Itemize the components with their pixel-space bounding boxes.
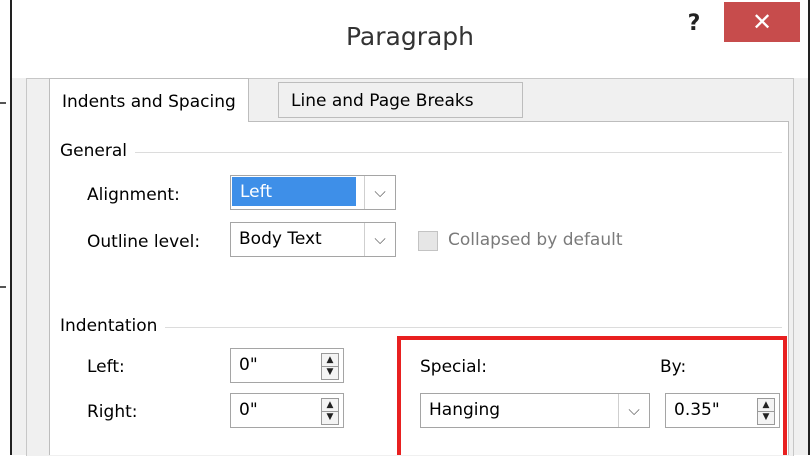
close-icon: ✕ xyxy=(751,8,773,36)
collapsed-checkbox[interactable] xyxy=(418,231,438,251)
title-bar: Paragraph ? ✕ xyxy=(12,0,808,78)
indentation-heading: Indentation xyxy=(60,316,166,336)
edge-mark xyxy=(0,286,6,288)
right-indent-label: Right: xyxy=(87,402,138,422)
left-indent-value: 0" xyxy=(239,355,258,375)
outline-level-select[interactable]: Body Text ⌵ xyxy=(230,222,396,257)
outline-level-label: Outline level: xyxy=(87,232,201,252)
alignment-select[interactable]: Left ⌵ xyxy=(230,175,396,210)
tab-label: Indents and Spacing xyxy=(62,92,236,112)
help-button[interactable]: ? xyxy=(674,8,714,40)
tab-label: Line and Page Breaks xyxy=(291,91,474,111)
paragraph-dialog: Paragraph ? ✕ Line and Page Breaks Inden… xyxy=(10,0,810,456)
left-indent-label: Left: xyxy=(87,357,125,377)
group-divider xyxy=(60,327,782,328)
alignment-label: Alignment: xyxy=(87,185,180,205)
alignment-value: Left xyxy=(231,176,357,207)
group-divider xyxy=(60,152,782,153)
outline-level-value: Body Text xyxy=(239,229,322,249)
chevron-down-icon: ⌵ xyxy=(364,223,395,256)
tab-line-and-page-breaks[interactable]: Line and Page Breaks xyxy=(278,82,523,118)
collapsed-label: Collapsed by default xyxy=(448,230,623,250)
spin-down-icon[interactable]: ▼ xyxy=(322,411,338,423)
highlight-box xyxy=(397,336,787,455)
chevron-down-icon: ⌵ xyxy=(364,176,395,209)
tab-indents-and-spacing[interactable]: Indents and Spacing xyxy=(49,78,249,122)
close-button[interactable]: ✕ xyxy=(724,2,800,42)
spin-down-icon[interactable]: ▼ xyxy=(322,366,338,378)
right-indent-spinner[interactable]: 0" ▲ ▼ xyxy=(230,393,344,428)
right-indent-value: 0" xyxy=(239,400,258,420)
left-indent-spinner[interactable]: 0" ▲ ▼ xyxy=(230,348,344,383)
edge-mark xyxy=(0,102,6,104)
general-heading: General xyxy=(60,141,135,161)
